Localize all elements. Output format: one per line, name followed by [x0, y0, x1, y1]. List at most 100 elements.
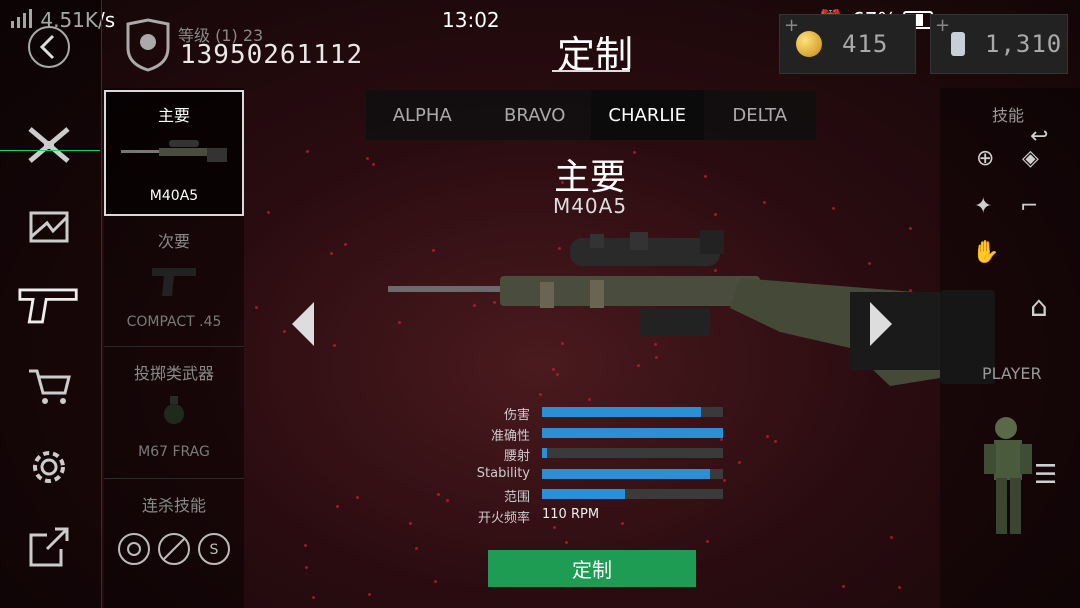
home-icon[interactable]: ⌂	[1030, 290, 1048, 323]
counter-uav-killstreak-icon	[158, 533, 190, 565]
slot-item-name: M40A5	[149, 188, 199, 204]
stat-bar	[542, 489, 723, 499]
medkit-perk-icon[interactable]: ⊕	[976, 146, 994, 171]
tab-bravo[interactable]: BRAVO	[479, 90, 592, 140]
gear-perk-icon[interactable]: ✋	[972, 240, 999, 265]
svg-text:S: S	[210, 542, 219, 558]
particle-speck	[371, 163, 375, 167]
particle-speck	[343, 242, 347, 246]
customize-button[interactable]: 定制	[488, 550, 696, 587]
slot-throwable[interactable]: 投掷类武器 M67 FRAG	[104, 360, 244, 470]
skills-label: 技能	[992, 106, 1025, 125]
stat-damage: 伤害	[440, 404, 740, 423]
gold-amount: 415	[842, 30, 889, 58]
nav-missions-button[interactable]	[18, 200, 80, 254]
fire-rate-value: 110 RPM	[542, 507, 600, 522]
stat-bar	[542, 448, 723, 458]
status-time: 13:02	[442, 8, 500, 32]
particle-speck	[713, 212, 717, 216]
back-arrow-icon	[28, 26, 70, 68]
pistol-thumbnail-icon	[152, 268, 196, 296]
loadout-tabs: ALPHA BRAVO CHARLIE DELTA	[366, 90, 816, 140]
stat-fill	[542, 489, 626, 499]
dogtag-icon	[951, 32, 965, 56]
stat-bar	[542, 469, 723, 479]
particle-speck	[329, 252, 333, 256]
stat-label: 腰射	[503, 449, 530, 464]
slot-item-name: COMPACT .45	[126, 314, 222, 330]
tab-alpha[interactable]: ALPHA	[366, 90, 479, 140]
grenade-icon	[164, 396, 184, 424]
particle-speck	[414, 546, 418, 550]
weapon-slot-title: 主要	[553, 157, 626, 198]
gold-currency[interactable]: + 415	[779, 14, 916, 74]
particle-speck	[705, 540, 709, 543]
tab-charlie[interactable]: CHARLIE	[591, 90, 704, 140]
nav-settings-button[interactable]	[18, 440, 80, 494]
stat-label: 伤害	[503, 408, 530, 423]
melee-perk-icon[interactable]: ✦	[974, 194, 992, 219]
particle-speck	[831, 206, 835, 210]
gold-coin-icon	[796, 31, 822, 57]
stat-label: 范围	[503, 490, 530, 505]
player-label: PLAYER	[982, 364, 1042, 383]
slot-label: 投掷类武器	[133, 364, 214, 383]
player-id: 13950261112	[180, 40, 364, 70]
pistol-perk-icon[interactable]: ⌐	[1020, 194, 1038, 219]
stat-fill	[542, 448, 548, 458]
tab-delta[interactable]: DELTA	[704, 90, 817, 140]
stat-label: Stability	[476, 466, 530, 481]
stat-fire-rate: 开火频率 110 RPM	[440, 507, 740, 526]
nav-share-button[interactable]	[18, 520, 80, 574]
slot-label: 次要	[157, 232, 190, 251]
broken-target-icon	[29, 211, 69, 243]
slot-item-name: M67 FRAG	[138, 444, 210, 460]
next-weapon-arrow[interactable]	[866, 300, 896, 348]
stat-label: 准确性	[490, 429, 530, 444]
left-nav-rail	[0, 0, 102, 608]
particle-speck	[311, 595, 315, 599]
add-gold-icon: +	[784, 15, 800, 36]
silver-amount: 1,310	[985, 30, 1063, 58]
nav-loadout-button[interactable]	[18, 118, 80, 172]
slot-secondary[interactable]: 次要 COMPACT .45	[104, 228, 244, 338]
silver-currency[interactable]: + 1,310	[930, 14, 1068, 74]
soldier-character-image	[984, 417, 1032, 534]
gear-icon	[33, 451, 65, 483]
nav-store-button[interactable]	[18, 360, 80, 414]
external-link-icon	[29, 527, 69, 567]
particle-speck	[737, 460, 741, 464]
stat-range: 范围	[440, 486, 740, 505]
weapon-slots: 主要 M40A5 次要 COMPACT .45 投掷类武器 M67 FRAG 连…	[104, 88, 244, 608]
previous-weapon-arrow[interactable]	[288, 300, 318, 348]
stat-label: 开火频率	[477, 511, 530, 526]
particle-speck	[355, 495, 359, 499]
stat-accuracy: 准确性	[440, 425, 740, 444]
particle-speck	[408, 522, 412, 526]
pistol-icon	[18, 288, 78, 324]
armor-perk-icon[interactable]: ◈	[1022, 146, 1039, 171]
uav-killstreak-icon	[118, 533, 150, 565]
menu-icon[interactable]: ☰	[1034, 460, 1057, 490]
stat-bar	[542, 428, 723, 438]
stat-bar	[542, 407, 723, 417]
shopping-cart-icon	[29, 369, 71, 404]
stat-hipfire: 腰射	[440, 445, 740, 464]
rifle-thumbnail-icon	[121, 140, 227, 162]
stat-fill	[542, 407, 702, 417]
slot-killstreaks[interactable]: 连杀技能 S	[104, 492, 244, 602]
stat-fill	[542, 428, 723, 438]
slot-primary[interactable]: 主要 M40A5	[104, 90, 244, 216]
particle-speck	[254, 305, 258, 309]
stat-fill	[542, 469, 711, 479]
stat-stability: Stability	[440, 466, 740, 482]
particle-speck	[282, 329, 286, 333]
nav-armory-button[interactable]	[18, 278, 80, 332]
crossed-rifles-icon	[28, 127, 70, 163]
particle-speck	[762, 200, 766, 204]
particle-speck	[765, 434, 769, 438]
title-underline	[552, 70, 630, 72]
back-button[interactable]	[18, 20, 80, 74]
particle-speck	[266, 211, 270, 215]
killstreak-icons: S	[104, 532, 244, 566]
